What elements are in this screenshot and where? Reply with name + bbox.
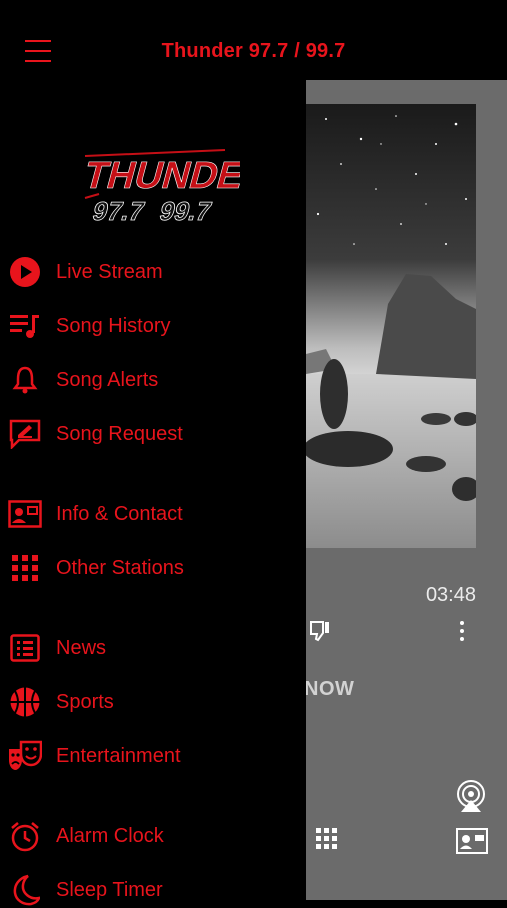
- menu-label: Info & Contact: [56, 502, 183, 525]
- bell-icon: [8, 363, 42, 397]
- theater-masks-icon: [8, 739, 42, 773]
- menu-item-sleep-timer[interactable]: Sleep Timer: [8, 872, 298, 908]
- menu-label: News: [56, 636, 107, 659]
- menu-label: Song Request: [56, 422, 183, 445]
- contact-card-icon: [8, 497, 42, 531]
- navigation-drawer: THUNDER 97.7 99.7 Live Stream Song Histo…: [0, 80, 306, 906]
- menu-label: Other Stations: [56, 556, 184, 579]
- menu-item-sports[interactable]: Sports: [8, 684, 298, 720]
- menu-item-song-history[interactable]: Song History: [8, 308, 298, 344]
- player-panel: 03:48 NOW: [306, 80, 507, 900]
- more-options-icon[interactable]: [456, 620, 468, 647]
- edit-message-icon: [8, 417, 42, 451]
- list-icon: [8, 631, 42, 665]
- menu-label: Sleep Timer: [56, 878, 163, 901]
- menu-item-song-request[interactable]: Song Request: [8, 416, 298, 452]
- basketball-icon: [8, 685, 42, 719]
- moon-icon: [8, 873, 42, 907]
- menu-label: Song Alerts: [56, 368, 159, 391]
- menu-item-song-alerts[interactable]: Song Alerts: [8, 362, 298, 398]
- thumbs-down-icon[interactable]: [309, 620, 333, 647]
- elapsed-time: 03:48: [425, 584, 476, 606]
- stations-grid-icon[interactable]: [316, 828, 338, 855]
- grid-icon: [8, 551, 42, 585]
- svg-text:THUNDER: THUNDER: [79, 155, 240, 197]
- menu-item-news[interactable]: News: [8, 630, 298, 666]
- station-logo: THUNDER 97.7 99.7: [75, 138, 277, 238]
- now-playing-label: NOW: [306, 678, 355, 700]
- airplay-icon[interactable]: [454, 780, 488, 819]
- alarm-clock-icon: [8, 819, 42, 853]
- menu-item-info-contact[interactable]: Info & Contact: [8, 496, 298, 532]
- album-artwork: [306, 104, 476, 548]
- menu-label: Live Stream: [56, 260, 163, 283]
- menu-item-alarm-clock[interactable]: Alarm Clock: [8, 818, 298, 854]
- svg-text:97.7: 97.7: [89, 196, 147, 225]
- menu-label: Song History: [56, 314, 171, 337]
- play-circle-icon: [8, 255, 42, 289]
- top-bar: Thunder 97.7 / 99.7: [0, 0, 507, 80]
- contact-card-icon[interactable]: [456, 828, 488, 859]
- menu-item-live-stream[interactable]: Live Stream: [8, 254, 298, 290]
- menu-label: Entertainment: [56, 744, 181, 767]
- menu-item-other-stations[interactable]: Other Stations: [8, 550, 298, 586]
- menu-item-entertainment[interactable]: Entertainment: [8, 738, 298, 774]
- menu-label: Sports: [56, 690, 114, 713]
- app-title: Thunder 97.7 / 99.7: [161, 40, 346, 62]
- menu-label: Alarm Clock: [56, 824, 164, 847]
- playlist-icon: [8, 309, 42, 343]
- svg-text:99.7: 99.7: [156, 196, 214, 225]
